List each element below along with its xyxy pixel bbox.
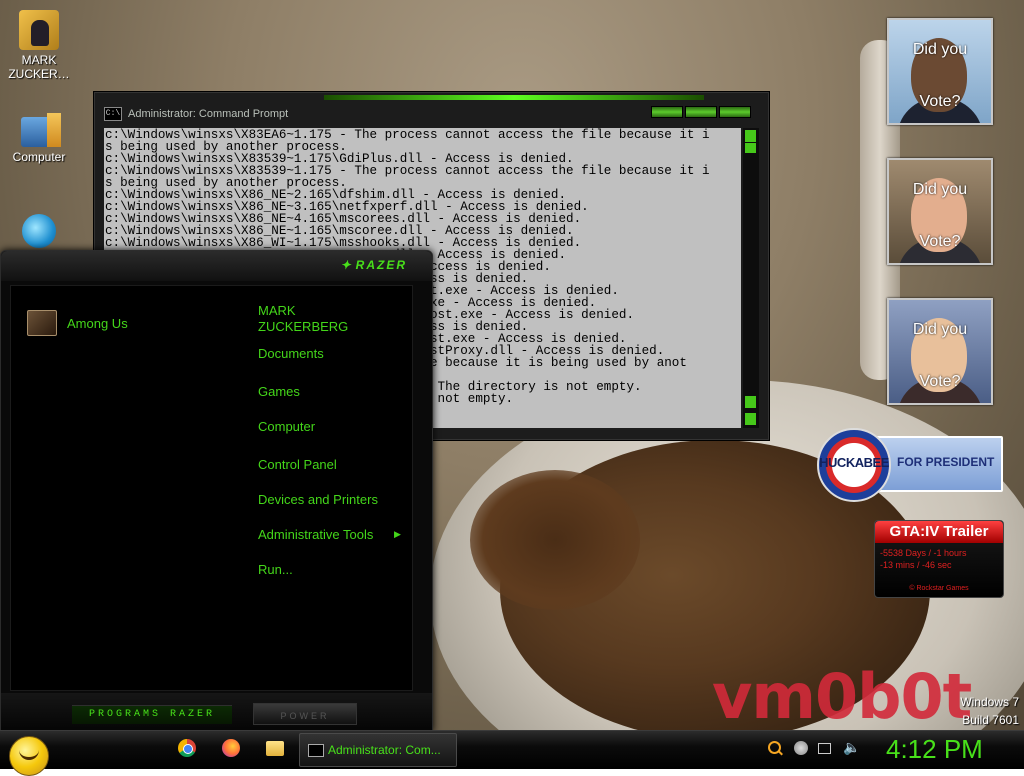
os-build: Build 7601 <box>962 713 1019 727</box>
window-title: Administrator: Command Prompt <box>128 108 289 120</box>
scroll-up-arrow[interactable] <box>745 130 756 142</box>
maximize-button[interactable] <box>685 106 717 118</box>
menu-item-games[interactable]: Games <box>258 384 300 400</box>
chrome-icon[interactable] <box>178 739 196 757</box>
computer-icon <box>21 113 61 147</box>
menu-item-documents[interactable]: Documents <box>258 346 324 362</box>
huckabee-name: HUCKABEE <box>819 455 889 470</box>
tray-status-icon[interactable] <box>794 741 808 755</box>
huckabee-gadget[interactable]: FOR PRESIDENT HUCKABEE <box>817 428 1003 502</box>
menu-item-admin-tools[interactable]: Administrative Tools <box>258 527 373 543</box>
window-titlebar[interactable]: C:\ Administrator: Command Prompt <box>104 106 288 122</box>
scroll-down-arrow[interactable] <box>745 413 756 425</box>
wallpaper-watermark: vm0b0t <box>712 660 972 733</box>
taskbar-cmd-button[interactable]: Administrator: Com... <box>299 733 457 767</box>
gta-countdown-line1: -5538 Days / -1 hours <box>880 548 967 558</box>
program-label: Among Us <box>67 315 128 331</box>
menu-item-user[interactable]: MARK ZUCKERBERG <box>258 303 368 335</box>
razer-logo: RAZER <box>341 258 407 272</box>
desktop-icon-user-folder[interactable]: MARK ZUCKER… <box>2 10 76 81</box>
vote-gadget[interactable]: Did you Vote? <box>887 298 993 405</box>
menu-item-computer[interactable]: Computer <box>258 419 315 435</box>
start-menu-header: RAZER <box>1 251 432 281</box>
menu-item-run[interactable]: Run... <box>258 562 293 578</box>
taskbar: Administrator: Com... 🔈 4:12 PM <box>0 730 1024 776</box>
wallpaper-stain <box>470 470 640 610</box>
taskbar-clock[interactable]: 4:12 PM <box>886 734 983 765</box>
power-button[interactable]: POWER <box>253 703 357 725</box>
menu-item-control-panel[interactable]: Control Panel <box>258 457 337 473</box>
start-menu: RAZER Among Us MARK ZUCKERBERG Documents… <box>0 250 433 732</box>
start-button[interactable] <box>9 736 49 776</box>
vote-line1: Did you <box>912 41 968 58</box>
vote-line2: Vote? <box>919 373 961 390</box>
among-us-icon <box>27 310 57 336</box>
vote-gadget[interactable]: Did you Vote? <box>887 158 993 265</box>
explorer-icon[interactable] <box>266 741 284 756</box>
menu-item-devices-printers[interactable]: Devices and Printers <box>258 492 378 508</box>
user-folder-icon <box>19 10 59 50</box>
desktop-icon-label: Computer <box>12 150 66 164</box>
vote-gadget[interactable]: Did you Vote? <box>887 18 993 125</box>
gta-countdown-line2: -13 mins / -46 sec <box>880 560 952 570</box>
vote-line2: Vote? <box>919 233 961 250</box>
program-item-among-us[interactable]: Among Us <box>27 310 128 336</box>
window-controls <box>651 106 751 118</box>
close-button[interactable] <box>719 106 751 118</box>
windows-build-info: Windows 7 Build 7601 <box>960 693 1019 729</box>
gta-countdown-gadget[interactable]: GTA:IV Trailer -5538 Days / -1 hours -13… <box>874 520 1004 598</box>
scroll-down-thumb[interactable] <box>745 396 756 408</box>
cmd-icon: C:\ <box>104 107 122 121</box>
vote-line1: Did you <box>912 321 968 338</box>
minimize-button[interactable] <box>651 106 683 118</box>
gta-title: GTA:IV Trailer <box>875 521 1003 543</box>
os-name: Windows 7 <box>960 695 1019 709</box>
firefox-icon[interactable] <box>222 739 240 757</box>
internet-explorer-icon <box>22 214 56 248</box>
scrollbar[interactable] <box>743 128 759 428</box>
start-menu-body: Among Us <box>10 285 413 691</box>
taskbar-window-label: Administrator: Com... <box>328 743 441 757</box>
desktop-icon-browser[interactable] <box>2 214 76 251</box>
volume-icon[interactable]: 🔈 <box>843 740 860 754</box>
submenu-arrow-icon: ▶ <box>394 529 401 539</box>
all-programs-button[interactable]: PROGRAMS RAZER <box>72 705 232 724</box>
desktop-icon-label: MARK ZUCKER… <box>8 53 70 81</box>
cmd-icon <box>308 744 324 757</box>
network-icon[interactable] <box>818 743 831 754</box>
huckabee-slogan: FOR PRESIDENT <box>897 455 995 469</box>
gta-copyright: © Rockstar Games <box>909 585 969 592</box>
window-accent-bar <box>324 95 704 100</box>
desktop-icon-computer[interactable]: Computer <box>2 113 76 164</box>
search-icon[interactable] <box>768 741 781 754</box>
scroll-thumb[interactable] <box>745 143 756 153</box>
huckabee-badge: HUCKABEE <box>817 428 891 502</box>
vote-line2: Vote? <box>919 93 961 110</box>
vote-line1: Did you <box>912 181 968 198</box>
